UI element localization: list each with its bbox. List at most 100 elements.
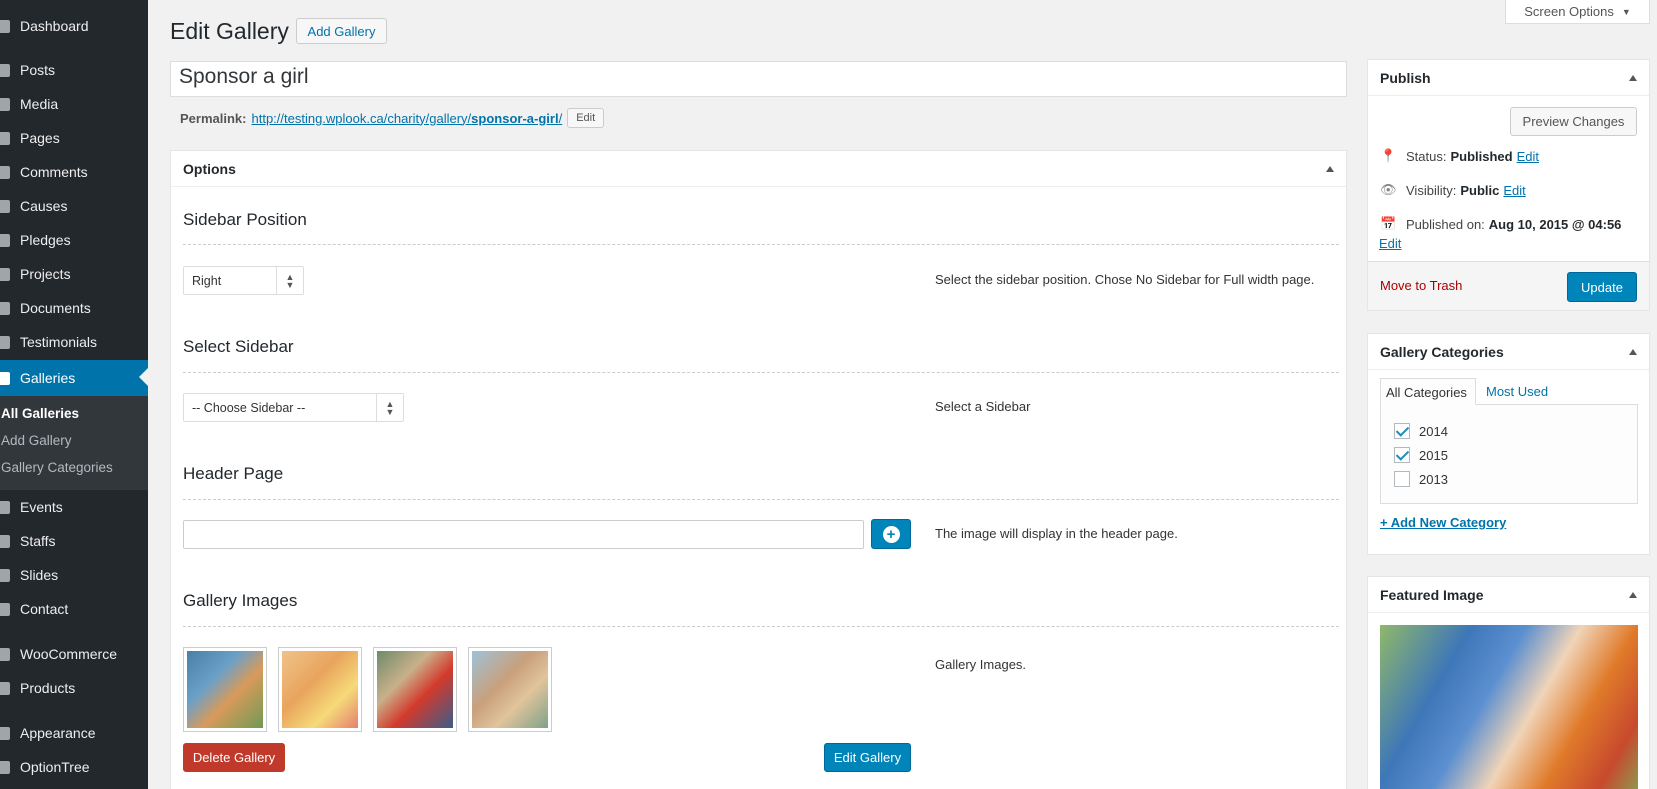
pin-icon: 📍	[1380, 148, 1397, 163]
permalink-edit-button[interactable]: Edit	[567, 108, 605, 128]
publish-header[interactable]: Publish	[1368, 60, 1649, 96]
gallery-thumbnail[interactable]	[373, 647, 457, 732]
add-new-category-link[interactable]: + Add New Category	[1380, 515, 1506, 530]
gallery-categories-metabox: Gallery Categories All Categories Most U…	[1367, 333, 1650, 555]
divider	[183, 499, 1339, 500]
menu-dashboard[interactable]: Dashboard	[0, 9, 148, 43]
gallery-image	[377, 651, 453, 728]
menu-projects[interactable]: Projects	[0, 257, 148, 291]
current-menu-arrow	[139, 368, 148, 386]
category-2014[interactable]: 2014	[1394, 423, 1448, 439]
edit-gallery-button[interactable]: Edit Gallery	[824, 743, 911, 772]
staff-icon	[0, 529, 20, 553]
menu-documents[interactable]: Documents	[0, 291, 148, 325]
visibility-edit-link[interactable]: Edit	[1503, 183, 1525, 198]
screen-options-button[interactable]: Screen Options ▼	[1505, 0, 1650, 24]
menu-galleries[interactable]: Galleries	[0, 360, 148, 396]
dashboard-icon	[0, 14, 20, 38]
folder-icon	[0, 262, 20, 286]
divider	[183, 244, 1339, 245]
woocommerce-icon	[0, 642, 20, 666]
gallery-images-description: Gallery Images.	[935, 657, 1027, 672]
menu-pages[interactable]: Pages	[0, 121, 148, 155]
sidebar-position-label: Sidebar Position	[183, 210, 307, 229]
preview-changes-button[interactable]: Preview Changes	[1510, 107, 1637, 136]
menu-testimonials[interactable]: Testimonials	[0, 325, 148, 359]
category-2013[interactable]: 2013	[1394, 471, 1448, 487]
gallery-icon	[0, 366, 20, 390]
menu-pledges[interactable]: Pledges	[0, 223, 148, 257]
checkbox[interactable]	[1394, 447, 1410, 463]
submenu-all-galleries[interactable]: All Galleries	[1, 406, 79, 421]
featured-image-header[interactable]: Featured Image	[1368, 577, 1649, 613]
menu-posts[interactable]: Posts	[0, 53, 148, 87]
galleries-submenu: All Galleries Add Gallery Gallery Catego…	[0, 396, 148, 490]
status-edit-link[interactable]: Edit	[1517, 149, 1539, 164]
menu-events[interactable]: Events	[0, 490, 148, 524]
submenu-gallery-categories[interactable]: Gallery Categories	[1, 460, 113, 475]
publish-actions: Move to Trash Update	[1368, 261, 1649, 310]
post-title-input[interactable]: Sponsor a girl	[170, 61, 1347, 97]
gallery-images-label: Gallery Images	[183, 591, 298, 610]
admin-sidebar: Dashboard Posts Media Pages Comments Cau…	[0, 0, 148, 789]
menu-causes[interactable]: Causes	[0, 189, 148, 223]
header-page-upload-button[interactable]: +	[871, 519, 911, 549]
select-sidebar-select[interactable]: -- Choose Sidebar -- ▲ ▼	[183, 393, 404, 422]
header-page-description: The image will display in the header pag…	[935, 526, 1178, 541]
menu-optiontree[interactable]: OptionTree	[0, 750, 148, 784]
delete-gallery-button[interactable]: Delete Gallery	[183, 743, 285, 772]
slides-icon	[0, 563, 20, 587]
toggle-arrow-icon[interactable]	[1629, 349, 1637, 355]
add-gallery-button[interactable]: Add Gallery	[296, 18, 387, 44]
submenu-add-gallery[interactable]: Add Gallery	[1, 433, 72, 448]
menu-woocommerce[interactable]: WooCommerce	[0, 637, 148, 671]
gallery-image	[282, 651, 358, 728]
menu-media[interactable]: Media	[0, 87, 148, 121]
sidebar-position-select[interactable]: Right ▲ ▼	[183, 266, 304, 295]
causes-icon	[0, 194, 20, 218]
published-on-edit-row: Edit	[1379, 236, 1401, 251]
permalink-link[interactable]: http://testing.wplook.ca/charity/gallery…	[251, 111, 562, 126]
toggle-arrow-icon[interactable]	[1629, 75, 1637, 81]
checkbox[interactable]	[1394, 471, 1410, 487]
plus-circle-icon: +	[882, 525, 900, 543]
update-button[interactable]: Update	[1567, 272, 1637, 302]
gallery-thumbnail[interactable]	[278, 647, 362, 732]
appearance-icon	[0, 721, 20, 745]
checkbox[interactable]	[1394, 423, 1410, 439]
select-arrows-icon: ▲ ▼	[276, 267, 303, 294]
published-on-edit-link[interactable]: Edit	[1379, 236, 1401, 251]
category-2015[interactable]: 2015	[1394, 447, 1448, 463]
documents-icon	[0, 296, 20, 320]
options-header[interactable]: Options	[171, 151, 1346, 187]
menu-comments[interactable]: Comments	[0, 155, 148, 189]
gallery-thumbnail[interactable]	[183, 647, 267, 732]
categories-header[interactable]: Gallery Categories	[1368, 334, 1649, 370]
permalink-row: Permalink: http://testing.wplook.ca/char…	[180, 108, 605, 128]
gallery-image	[472, 651, 548, 728]
menu-products[interactable]: Products	[0, 671, 148, 705]
main-content: Edit Gallery Add Gallery Screen Options ▼…	[148, 0, 1657, 789]
options-metabox: Options Sidebar Position Right ▲ ▼ Select …	[170, 150, 1347, 789]
pages-icon	[0, 126, 20, 150]
mail-icon	[0, 597, 20, 621]
select-arrows-icon: ▲ ▼	[376, 394, 403, 421]
toggle-arrow-icon[interactable]	[1326, 166, 1334, 172]
menu-appearance[interactable]: Appearance	[0, 716, 148, 750]
move-to-trash-link[interactable]: Move to Trash	[1380, 278, 1462, 293]
gallery-thumbnail[interactable]	[468, 647, 552, 732]
optiontree-icon	[0, 755, 20, 779]
menu-slides[interactable]: Slides	[0, 558, 148, 592]
visibility-row: 👁 Visibility: Public Edit	[1380, 182, 1526, 198]
menu-staffs[interactable]: Staffs	[0, 524, 148, 558]
menu-contact[interactable]: Contact	[0, 592, 148, 626]
tab-most-used[interactable]: Most Used	[1486, 384, 1548, 399]
featured-image-metabox: Featured Image	[1367, 576, 1650, 789]
header-page-input[interactable]	[183, 520, 864, 549]
calendar-icon: 📅	[1380, 216, 1397, 231]
sidebar-position-description: Select the sidebar position. Chose No Si…	[935, 272, 1315, 287]
featured-image[interactable]	[1380, 625, 1638, 789]
tab-all-categories[interactable]: All Categories	[1380, 378, 1476, 405]
header-page-label: Header Page	[183, 464, 284, 483]
toggle-arrow-icon[interactable]	[1629, 592, 1637, 598]
